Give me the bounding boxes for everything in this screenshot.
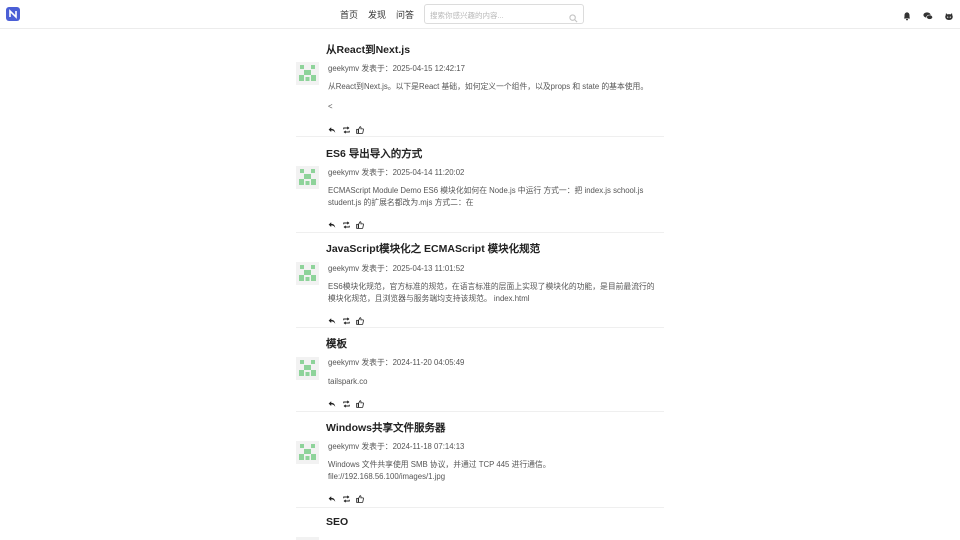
post-item: Windows共享文件服务器 geekymv 发表于：2024-11-18 07… bbox=[296, 412, 664, 508]
reply-icon[interactable] bbox=[328, 121, 336, 133]
repost-icon[interactable] bbox=[342, 121, 350, 134]
like-icon[interactable] bbox=[356, 216, 364, 229]
posted-label: 发表于： bbox=[361, 168, 393, 177]
nav-qa[interactable]: 问答 bbox=[396, 8, 414, 21]
post-item: 模板 geekymv 发表于：2024-11-20 04:05:49 tails… bbox=[296, 328, 664, 412]
post-meta: geekymv 发表于：2025-04-15 12:42:17 bbox=[328, 63, 465, 74]
header-actions bbox=[902, 8, 954, 21]
post-actions bbox=[328, 121, 364, 134]
post-title[interactable]: SEO bbox=[326, 516, 348, 528]
search-input[interactable] bbox=[425, 6, 565, 25]
post-item: 从React到Next.js geekymv 发表于：2025-04-15 12… bbox=[296, 29, 664, 137]
post-actions bbox=[328, 490, 364, 503]
repost-icon[interactable] bbox=[342, 312, 350, 325]
post-title[interactable]: 模板 bbox=[326, 336, 347, 351]
post-excerpt: ES6模块化规范，官方标准的规范，在语言标准的层面上实现了模块化的功能，是目前最… bbox=[328, 282, 655, 303]
reply-icon[interactable] bbox=[328, 395, 336, 407]
avatar[interactable] bbox=[296, 262, 319, 285]
avatar[interactable] bbox=[296, 441, 319, 464]
post-date: 2024-11-20 04:05:49 bbox=[392, 358, 465, 367]
post-author[interactable]: geekymv bbox=[328, 264, 359, 273]
post-item: ES6 导出导入的方式 geekymv 发表于：2025-04-14 11:20… bbox=[296, 137, 664, 233]
post-author[interactable]: geekymv bbox=[328, 168, 359, 177]
avatar[interactable] bbox=[296, 166, 319, 189]
search-icon[interactable] bbox=[569, 10, 578, 28]
post-date: 2025-04-13 11:01:52 bbox=[392, 264, 465, 273]
top-bar: 首页 发现 问答 bbox=[0, 0, 960, 29]
post-date: 2025-04-14 11:20:02 bbox=[392, 168, 465, 177]
repost-icon[interactable] bbox=[342, 216, 350, 229]
post-title[interactable]: Windows共享文件服务器 bbox=[326, 420, 445, 435]
avatar[interactable] bbox=[296, 62, 319, 85]
nav-home[interactable]: 首页 bbox=[340, 8, 358, 21]
post-item: SEO bbox=[296, 508, 664, 540]
post-feed: 从React到Next.js geekymv 发表于：2025-04-15 12… bbox=[296, 29, 664, 540]
post-meta: geekymv 发表于：2024-11-20 04:05:49 bbox=[328, 357, 464, 368]
post-author[interactable]: geekymv bbox=[328, 64, 359, 73]
reply-icon[interactable] bbox=[328, 216, 336, 228]
post-date: 2025-04-15 12:42:17 bbox=[392, 64, 465, 73]
post-actions bbox=[328, 395, 364, 408]
search-box bbox=[424, 4, 584, 25]
post-excerpt: tailspark.co bbox=[328, 377, 368, 386]
post-excerpt-extra[interactable]: file://192.168.56.100/images/1.jpg bbox=[328, 471, 658, 483]
post-date: 2024-11-18 07:14:13 bbox=[392, 442, 465, 451]
post-excerpt: 从React到Next.js。以下是React 基础，如何定义一个组件，以及pr… bbox=[328, 82, 649, 91]
logo-icon[interactable] bbox=[6, 7, 20, 21]
like-icon[interactable] bbox=[356, 312, 364, 325]
posted-label: 发表于： bbox=[361, 264, 393, 273]
post-title[interactable]: ES6 导出导入的方式 bbox=[326, 146, 422, 161]
posted-label: 发表于： bbox=[361, 358, 393, 367]
like-icon[interactable] bbox=[356, 490, 364, 503]
post-meta: geekymv 发表于：2024-11-18 07:14:13 bbox=[328, 441, 464, 452]
nav-discover[interactable]: 发现 bbox=[368, 8, 386, 21]
like-icon[interactable] bbox=[356, 395, 364, 408]
post-meta: geekymv 发表于：2025-04-14 11:20:02 bbox=[328, 167, 464, 178]
like-icon[interactable] bbox=[356, 121, 364, 134]
main-nav: 首页 发现 问答 bbox=[340, 0, 424, 29]
reply-icon[interactable] bbox=[328, 312, 336, 324]
post-excerpt-extra: < bbox=[328, 102, 333, 111]
posted-label: 发表于： bbox=[361, 442, 393, 451]
post-item: JavaScript模块化之 ECMAScript 模块化规范 geekymv … bbox=[296, 233, 664, 328]
post-author[interactable]: geekymv bbox=[328, 358, 359, 367]
post-author[interactable]: geekymv bbox=[328, 442, 359, 451]
repost-icon[interactable] bbox=[342, 395, 350, 408]
github-icon[interactable] bbox=[944, 8, 954, 20]
post-title[interactable]: 从React到Next.js bbox=[326, 42, 410, 57]
post-excerpt: Windows 文件共享使用 SMB 协议，并通过 TCP 445 进行通信。 bbox=[328, 460, 551, 469]
post-title[interactable]: JavaScript模块化之 ECMAScript 模块化规范 bbox=[326, 241, 540, 256]
post-actions bbox=[328, 216, 364, 229]
bell-icon[interactable] bbox=[902, 8, 912, 21]
reply-icon[interactable] bbox=[328, 490, 336, 502]
repost-icon[interactable] bbox=[342, 490, 350, 503]
post-actions bbox=[328, 312, 364, 325]
chat-icon[interactable] bbox=[923, 8, 933, 20]
post-excerpt: ECMAScript Module Demo ES6 模块化如何在 Node.j… bbox=[328, 186, 644, 207]
avatar[interactable] bbox=[296, 357, 319, 380]
posted-label: 发表于： bbox=[361, 64, 393, 73]
post-meta: geekymv 发表于：2025-04-13 11:01:52 bbox=[328, 263, 464, 274]
